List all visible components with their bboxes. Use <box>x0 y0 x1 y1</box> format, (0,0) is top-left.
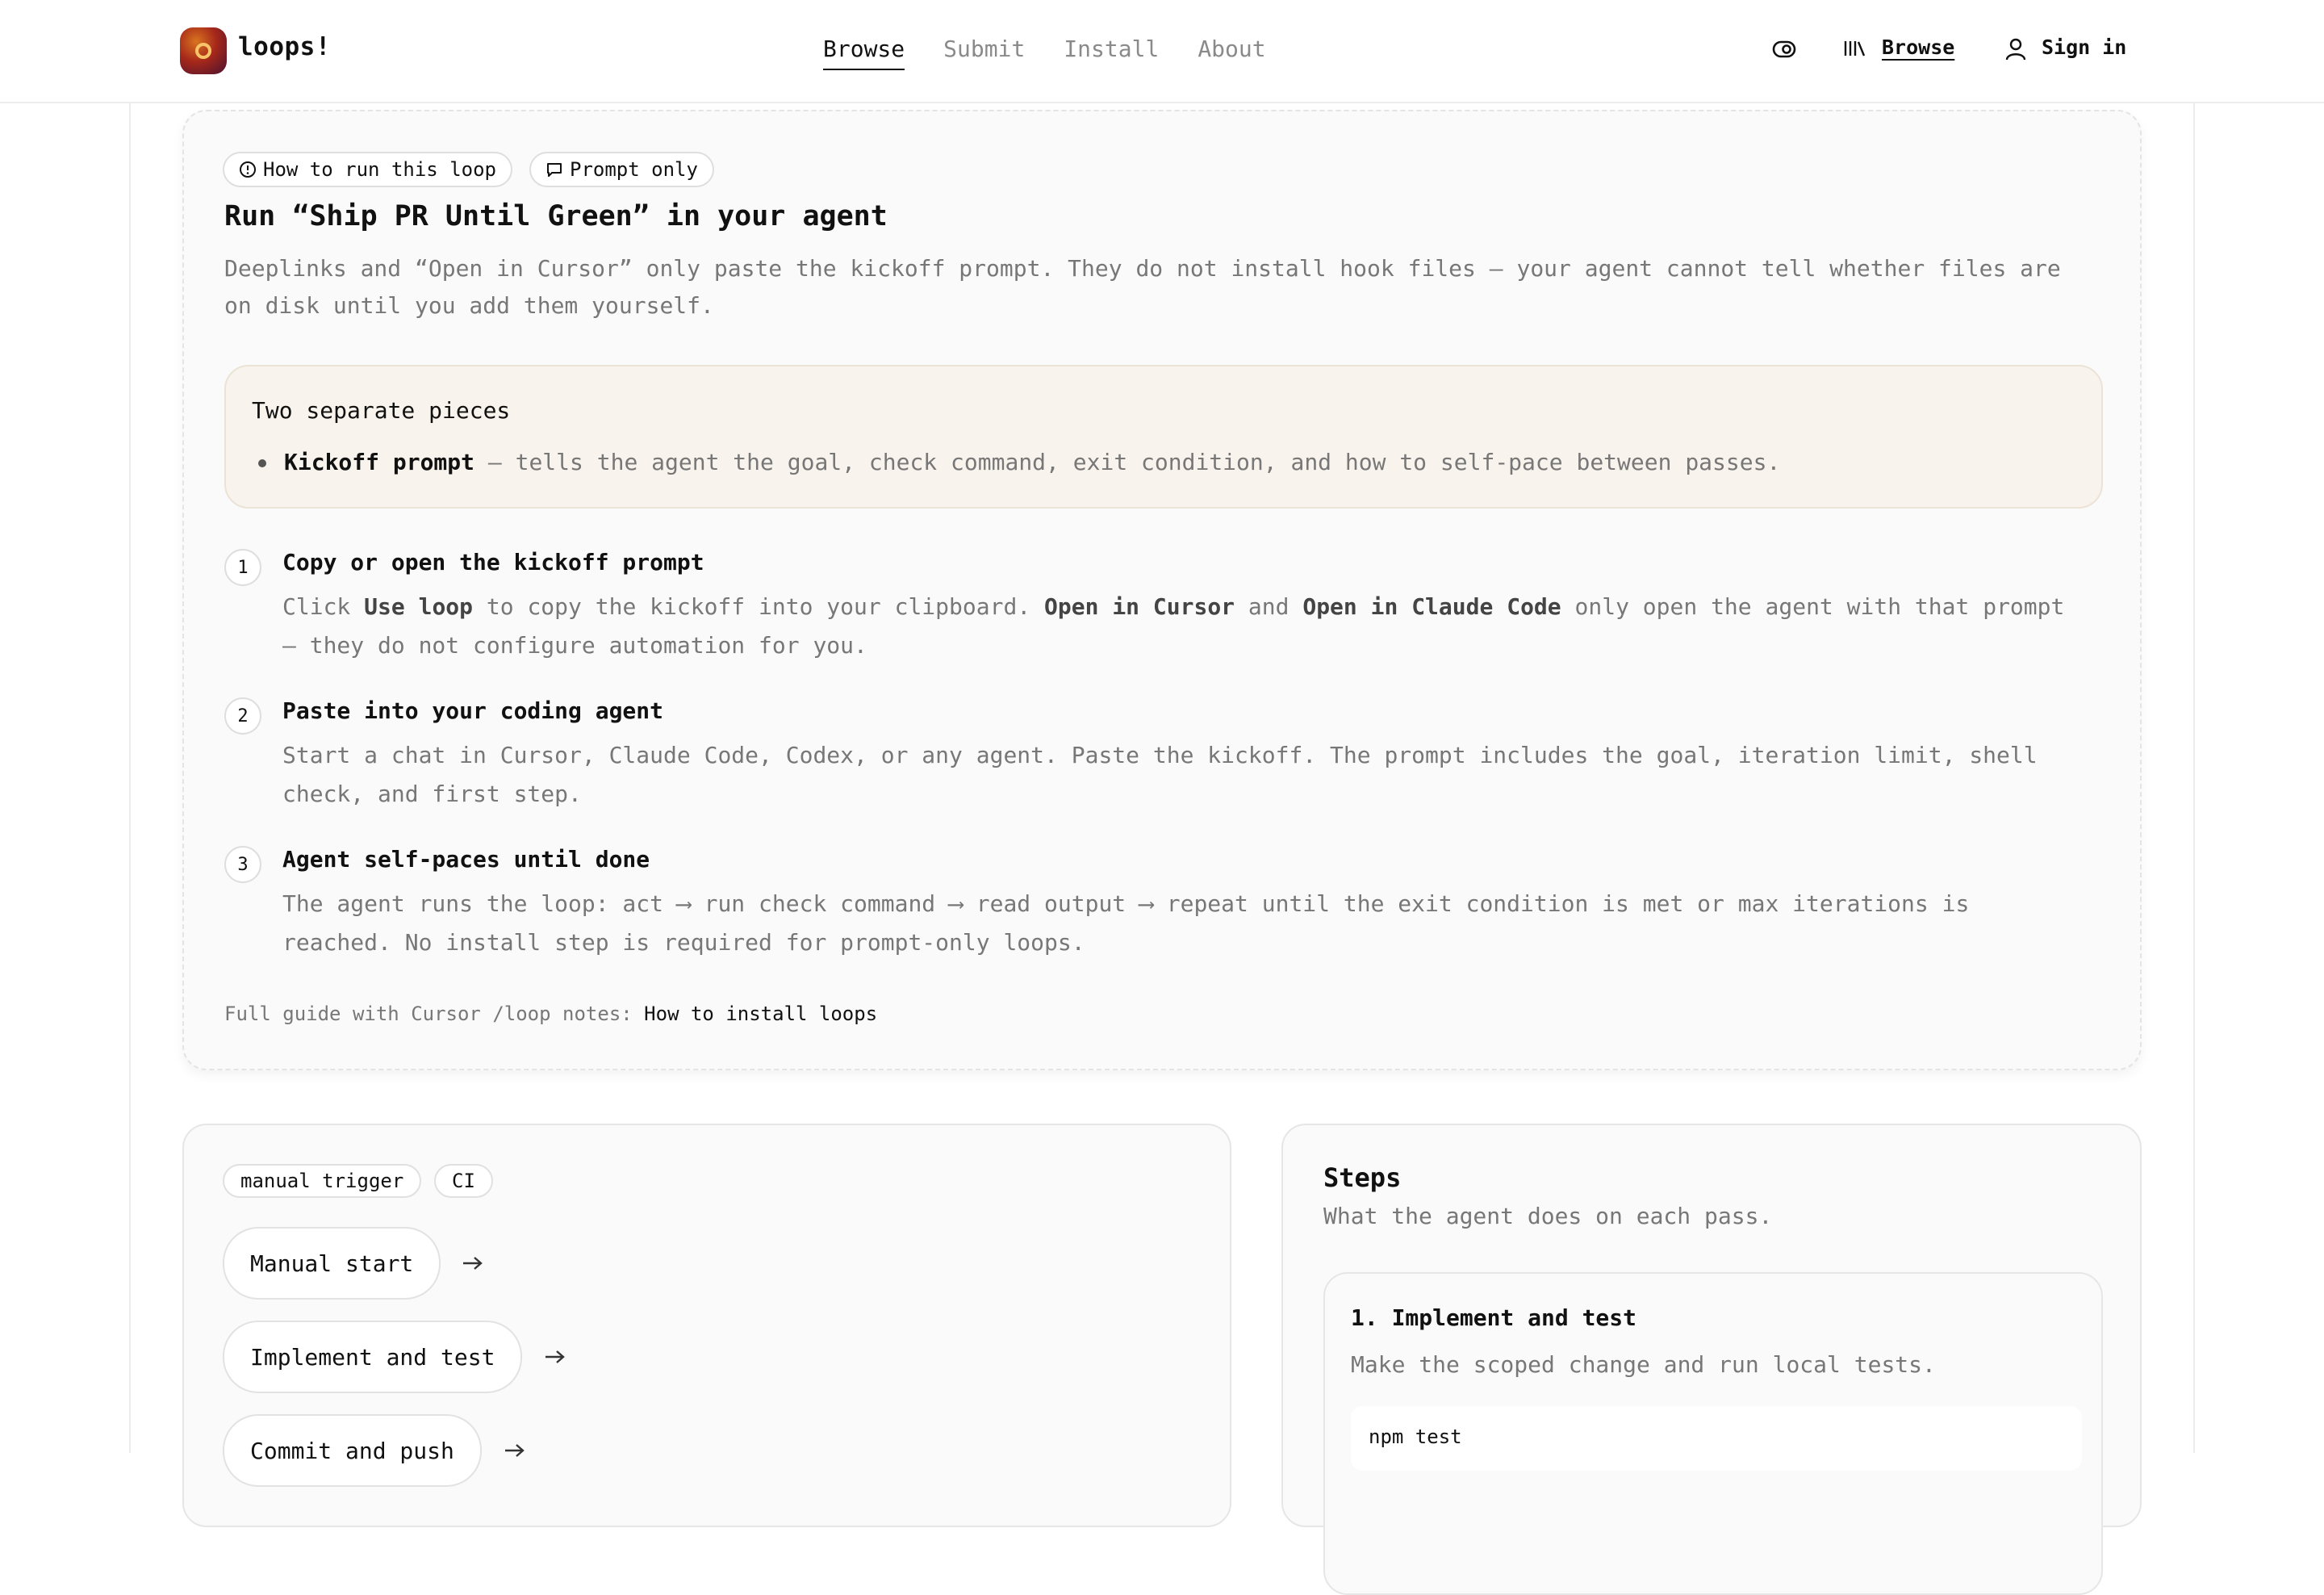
info-circle-icon <box>240 161 256 178</box>
pieces-item-bold: Kickoff prompt <box>284 449 475 475</box>
step-item-code[interactable]: npm test <box>1351 1406 2082 1471</box>
flow-node-commit-and-push[interactable]: Commit and push <box>223 1414 482 1487</box>
step-number-3: 3 <box>224 846 261 883</box>
flow-node-manual-start[interactable]: Manual start <box>223 1227 441 1300</box>
step-item-title: 1. Implement and test <box>1351 1304 1637 1331</box>
pieces-title: Two separate pieces <box>252 397 511 424</box>
pieces-list-item: Kickoff prompt — tells the agent the goa… <box>258 449 1780 475</box>
howto-title: Run “Ship PR Until Green” in your agent <box>224 200 888 232</box>
tag-ci: CI <box>434 1164 493 1198</box>
install-guide-link[interactable]: How to install loops <box>644 1003 877 1025</box>
step-number-1: 1 <box>224 549 261 586</box>
top-header: loops! Browse Submit Install About Brows… <box>0 0 2324 103</box>
how-to-run-chip-label: How to run this loop <box>263 158 496 181</box>
how-to-run-chip: How to run this loop <box>223 152 512 187</box>
arrow-right-icon <box>505 1444 525 1457</box>
loop-flow-card: manual trigger CI Manual start Implement… <box>182 1124 1231 1527</box>
guide-prefix: Full guide with Cursor /loop notes: <box>224 1003 645 1025</box>
how-to-run-card: How to run this loop Prompt only Run “Sh… <box>182 110 2142 1070</box>
step-title-3: Agent self-paces until done <box>282 846 650 873</box>
step-item-card: 1. Implement and test Make the scoped ch… <box>1323 1272 2103 1595</box>
flow-node-implement-and-test[interactable]: Implement and test <box>223 1321 523 1393</box>
arrow-right-icon <box>545 1350 565 1363</box>
arrow-right-icon <box>463 1257 483 1270</box>
two-pieces-callout: Two separate pieces Kickoff prompt — tel… <box>224 365 2103 509</box>
step-body-1: Click Use loop to copy the kickoff into … <box>282 593 2065 659</box>
step-item-description: Make the scoped change and run local tes… <box>1351 1351 1936 1378</box>
header-actions: Browse Sign in <box>0 36 2324 68</box>
howto-description: Deeplinks and “Open in Cursor” only past… <box>224 255 2061 319</box>
step-title-2: Paste into your coding agent <box>282 697 664 724</box>
step-body-2: Start a chat in Cursor, Claude Code, Cod… <box>282 742 2038 807</box>
step-number-2: 2 <box>224 697 261 735</box>
steps-subtitle: What the agent does on each pass. <box>1323 1203 1773 1229</box>
full-guide-line: Full guide with Cursor /loop notes: How … <box>224 1003 877 1025</box>
steps-panel: Steps What the agent does on each pass. … <box>1281 1124 2142 1595</box>
eye-toggle-icon[interactable] <box>1772 40 1796 58</box>
sign-in-button[interactable]: Sign in <box>2042 36 2126 59</box>
tag-manual-trigger: manual trigger <box>223 1164 422 1198</box>
prompt-only-chip: Prompt only <box>529 152 714 187</box>
pieces-item-text: — tells the agent the goal, check comman… <box>474 449 1781 475</box>
step-body-3: The agent runs the loop: act ⟶ run check… <box>282 890 1970 956</box>
user-icon <box>2005 38 2026 61</box>
library-icon <box>1844 41 1866 57</box>
browse-link[interactable]: Browse <box>1882 36 1954 59</box>
chat-bubble-icon <box>547 163 562 177</box>
step-title-1: Copy or open the kickoff prompt <box>282 549 704 576</box>
steps-title: Steps <box>1323 1162 1402 1193</box>
prompt-only-chip-label: Prompt only <box>570 158 698 181</box>
